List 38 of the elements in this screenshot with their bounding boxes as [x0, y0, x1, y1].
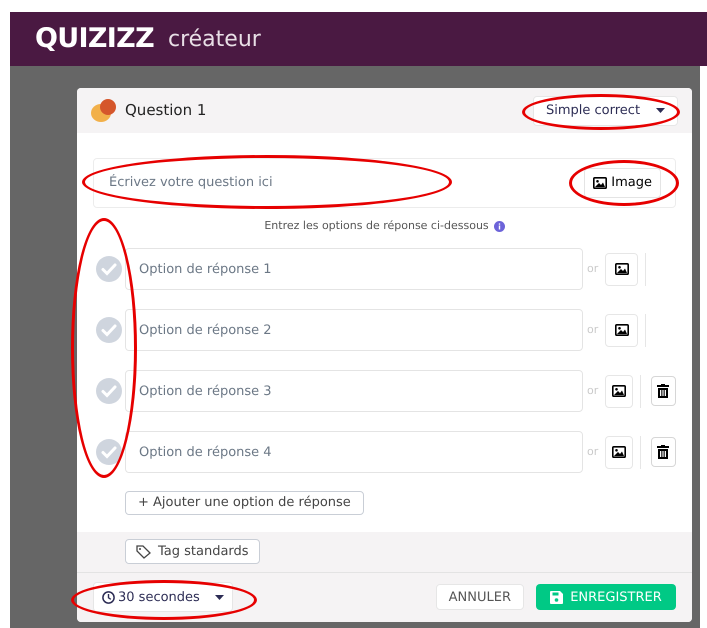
- caret-icon: [656, 108, 665, 113]
- info-icon: [494, 220, 505, 232]
- trash-icon: [657, 445, 670, 459]
- image-icon: [612, 446, 626, 458]
- image-icon: [614, 324, 628, 336]
- tag-standards-button[interactable]: Tag standards: [125, 539, 260, 564]
- hint-text: Entrez les options de réponse ci-dessous: [264, 218, 489, 234]
- image-button[interactable]: Image: [584, 168, 661, 198]
- image-button[interactable]: [605, 252, 638, 286]
- image-button[interactable]: [605, 374, 633, 408]
- checkmark-icon[interactable]: [96, 256, 122, 282]
- timer-dropdown[interactable]: 30 secondes: [93, 582, 233, 612]
- page-title: créateur: [168, 26, 261, 54]
- delete-button[interactable]: [650, 437, 676, 467]
- trash-icon: [657, 384, 670, 398]
- tag-icon: [136, 544, 151, 558]
- question-type-dropdown[interactable]: Simple correct: [533, 96, 678, 126]
- answer-input[interactable]: Option de réponse 4: [125, 431, 583, 473]
- answer-input[interactable]: Option de réponse 2: [125, 309, 583, 351]
- answer-input[interactable]: Option de réponse 1: [125, 248, 583, 290]
- delete-button[interactable]: [650, 376, 676, 406]
- image-button[interactable]: [605, 436, 633, 468]
- clock-icon: [102, 590, 115, 604]
- image-icon: [614, 263, 628, 275]
- question-field[interactable]: Écrivez votre question ici Image: [93, 158, 676, 208]
- logo: QUIZIZZ: [35, 22, 154, 56]
- checkmark-icon[interactable]: [96, 378, 122, 404]
- checkmark-icon[interactable]: [96, 317, 122, 343]
- answer-input[interactable]: Option de réponse 3: [125, 370, 583, 412]
- cancel-button[interactable]: ANNULER: [436, 584, 524, 610]
- add-option-button[interactable]: + Ajouter une option de réponse: [125, 490, 364, 514]
- image-button[interactable]: [605, 314, 638, 346]
- question-bubble-icon: [91, 98, 117, 122]
- question-title: Question 1: [125, 100, 206, 122]
- checkmark-icon[interactable]: [96, 439, 122, 465]
- image-icon: [593, 177, 608, 189]
- caret-icon: [215, 594, 224, 600]
- image-icon: [612, 385, 626, 397]
